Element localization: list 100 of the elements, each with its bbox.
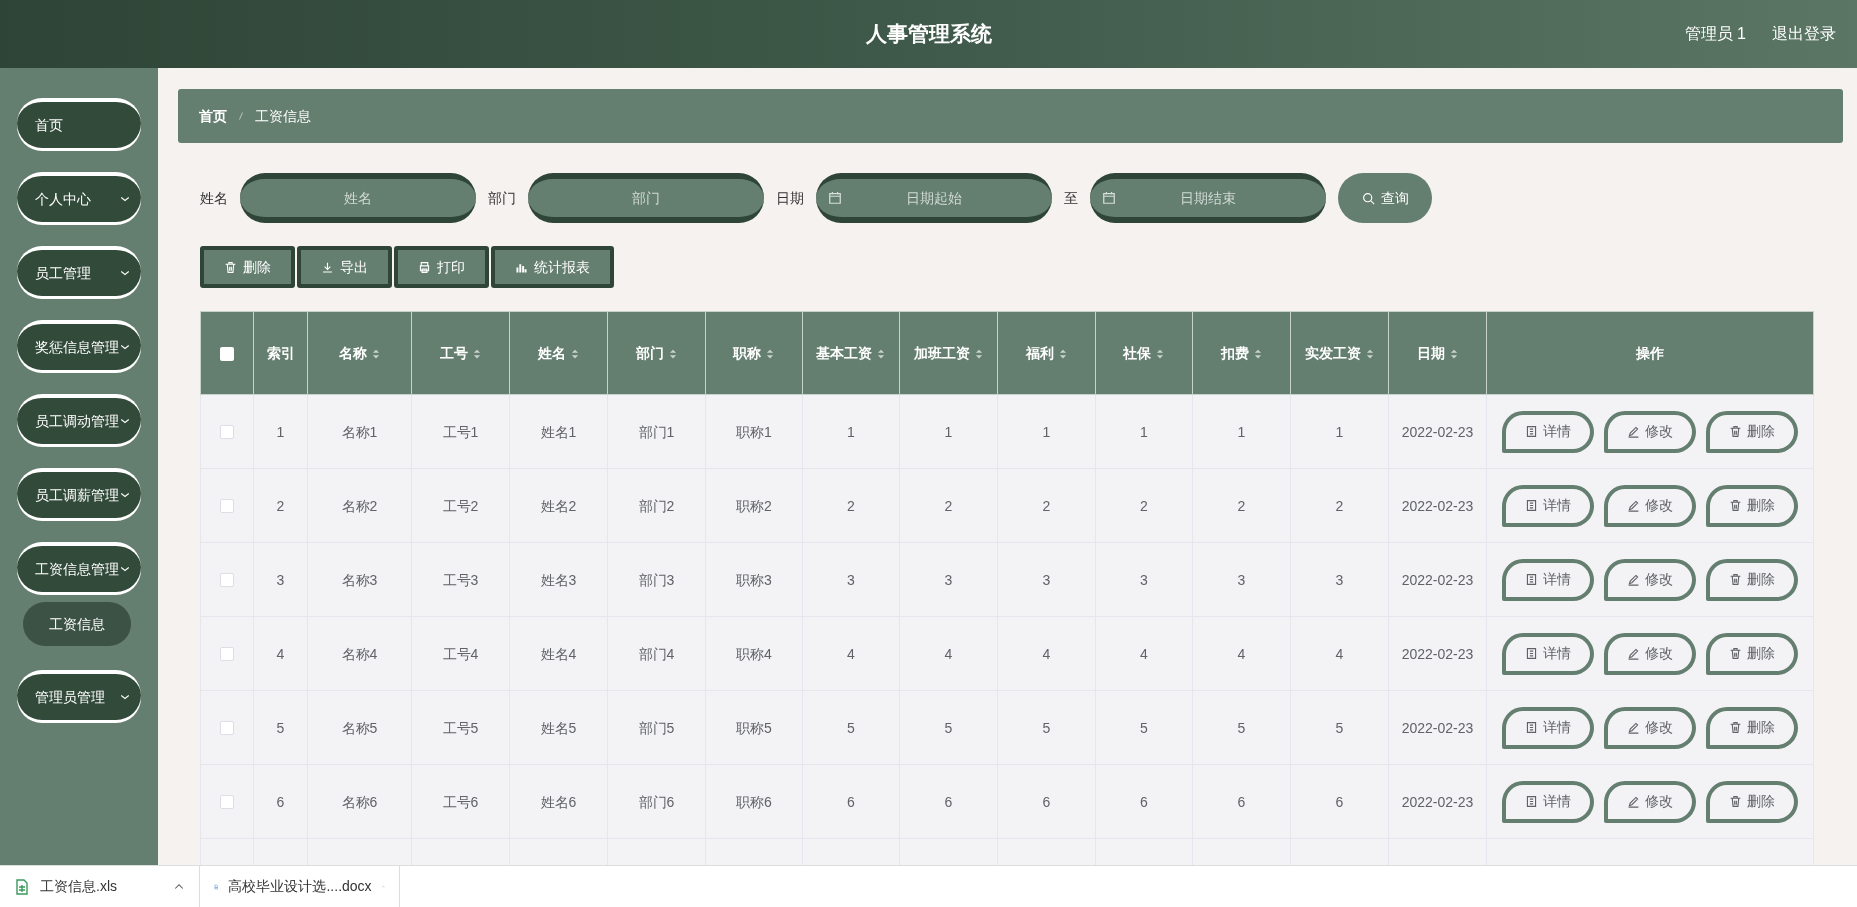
field-label: 至 — [1064, 188, 1078, 208]
table-cell: 工号6 — [442, 793, 479, 810]
action-button[interactable]: 删除 — [1706, 484, 1798, 527]
action-button[interactable]: 详情 — [1502, 558, 1594, 601]
checkbox[interactable] — [220, 346, 234, 361]
checkbox[interactable] — [220, 573, 234, 588]
table-cell: 姓名5 — [540, 719, 577, 736]
action-button[interactable]: 删除 — [1706, 706, 1798, 749]
sidebar-item[interactable]: 奖惩信息管理 — [17, 320, 141, 370]
table-cell: 6 — [1042, 793, 1051, 810]
document-icon — [1525, 795, 1538, 808]
checkbox[interactable] — [220, 499, 234, 514]
action-button[interactable]: 修改 — [1604, 780, 1696, 823]
checkbox[interactable] — [220, 425, 234, 440]
table-cell: 姓名6 — [540, 793, 577, 810]
action-button[interactable]: 删除 — [1706, 632, 1798, 675]
action-button[interactable]: 详情 — [1502, 706, 1594, 749]
action-button[interactable]: 详情 — [1502, 632, 1594, 675]
action-button[interactable]: 删除 — [1706, 558, 1798, 601]
sidebar-item[interactable]: 员工调薪管理 — [17, 468, 141, 518]
table-cell: 名称1 — [341, 423, 378, 440]
table-cell: 4 — [1335, 645, 1344, 662]
action-button[interactable]: 详情 — [1502, 780, 1594, 823]
table-cell: 工号4 — [442, 645, 479, 662]
toolbar-button[interactable]: 统计报表 — [491, 246, 614, 288]
toolbar-button[interactable]: 删除 — [200, 246, 295, 288]
table-cell: 6 — [1237, 793, 1246, 810]
table-cell: 2 — [944, 497, 953, 514]
table-cell: 2 — [1237, 497, 1246, 514]
checkbox[interactable] — [220, 721, 234, 736]
table-cell: 4 — [944, 645, 953, 662]
table-cell: 2022-02-23 — [1401, 423, 1474, 440]
download-file-name[interactable]: 工资信息.xls — [40, 876, 163, 897]
input-field[interactable]: 日期起始 — [816, 173, 1052, 223]
trash-icon — [1729, 647, 1742, 660]
table-cell: 2022-02-23 — [1401, 719, 1474, 736]
table-cell: 2 — [1140, 497, 1148, 514]
table-cell: 工号1 — [442, 423, 479, 440]
table-cell: 姓名1 — [540, 423, 577, 440]
toolbar-button[interactable]: 导出 — [297, 246, 392, 288]
sidebar-item[interactable]: 管理员管理 — [17, 670, 141, 720]
table-cell: 1 — [1140, 423, 1148, 440]
input-field[interactable]: 部门 — [528, 173, 764, 223]
document-icon — [1525, 573, 1538, 586]
action-button[interactable]: 详情 — [1502, 484, 1594, 527]
action-button[interactable]: 修改 — [1604, 632, 1696, 675]
sidebar-item[interactable]: 首页 — [17, 98, 141, 148]
table-cell: 职称3 — [736, 571, 772, 588]
download-file-name[interactable]: 高校毕业设计选....docx — [228, 876, 372, 897]
table-cell: 1 — [1042, 423, 1051, 440]
table-cell: 1 — [1237, 423, 1246, 440]
toolbar-button[interactable]: 打印 — [394, 246, 489, 288]
calendar-icon — [828, 191, 842, 205]
sidebar-item[interactable]: 员工调动管理 — [17, 394, 141, 444]
sidebar-item[interactable]: 员工管理 — [17, 246, 141, 296]
sidebar-item[interactable]: 个人中心 — [17, 172, 141, 222]
action-button[interactable]: 修改 — [1604, 558, 1696, 601]
table-cell: 工号5 — [442, 719, 479, 736]
trash-icon — [1729, 425, 1742, 438]
table-cell: 1 — [944, 423, 953, 440]
table-cell: 职称1 — [736, 423, 772, 440]
pencil-icon — [1627, 721, 1640, 734]
table-cell: 姓名2 — [540, 497, 577, 514]
pencil-icon — [1627, 573, 1640, 586]
search-button[interactable]: 查询 — [1338, 173, 1432, 223]
input-field[interactable]: 日期结束 — [1090, 173, 1326, 223]
action-button[interactable]: 修改 — [1604, 410, 1696, 453]
app-title: 人事管理系统 — [865, 21, 992, 48]
table-cell: 5 — [1237, 719, 1246, 736]
table-cell: 4 — [1042, 645, 1051, 662]
table-cell: 名称4 — [341, 645, 378, 662]
table-cell: 1 — [276, 423, 285, 440]
table-cell: 3 — [1237, 571, 1246, 588]
table-cell: 4 — [1237, 645, 1246, 662]
field-label: 部门 — [488, 188, 516, 208]
logout-link[interactable]: 退出登录 — [1772, 22, 1836, 46]
submenu-item[interactable]: 工资信息 — [23, 602, 131, 646]
table-cell: 部门5 — [638, 719, 675, 736]
action-button[interactable]: 修改 — [1604, 484, 1696, 527]
input-field[interactable]: 姓名 — [240, 173, 476, 223]
table-cell: 6 — [944, 793, 953, 810]
table-cell: 5 — [944, 719, 953, 736]
document-icon — [1525, 721, 1538, 734]
action-button[interactable]: 删除 — [1706, 410, 1798, 453]
table-cell: 3 — [847, 571, 855, 588]
checkbox[interactable] — [220, 795, 234, 810]
printer-icon — [418, 260, 431, 274]
table-cell: 4 — [276, 645, 285, 662]
breadcrumb-link[interactable]: 首页 — [199, 105, 227, 127]
field-label: 姓名 — [200, 188, 228, 208]
action-button[interactable]: 详情 — [1502, 410, 1594, 453]
table-cell: 部门6 — [638, 793, 675, 810]
sidebar-item[interactable]: 工资信息管理 — [17, 542, 141, 592]
table-cell: 职称6 — [736, 793, 772, 810]
table-cell: 3 — [1335, 571, 1344, 588]
action-button[interactable]: 修改 — [1604, 706, 1696, 749]
table-cell: 4 — [847, 645, 855, 662]
action-button[interactable]: 删除 — [1706, 780, 1798, 823]
checkbox[interactable] — [220, 647, 234, 662]
table-cell: 名称6 — [341, 793, 378, 810]
